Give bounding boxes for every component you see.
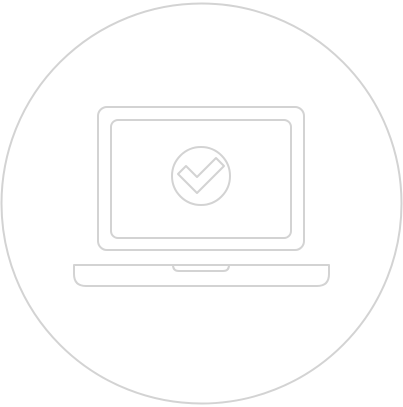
laptop-screen-frame — [97, 106, 305, 251]
check-circle-icon — [171, 146, 231, 206]
laptop-base — [73, 264, 330, 287]
outer-circle — [0, 2, 403, 405]
illustration-canvas — [0, 0, 403, 407]
laptop-check-illustration — [0, 2, 403, 405]
laptop-screen-display — [110, 119, 292, 239]
